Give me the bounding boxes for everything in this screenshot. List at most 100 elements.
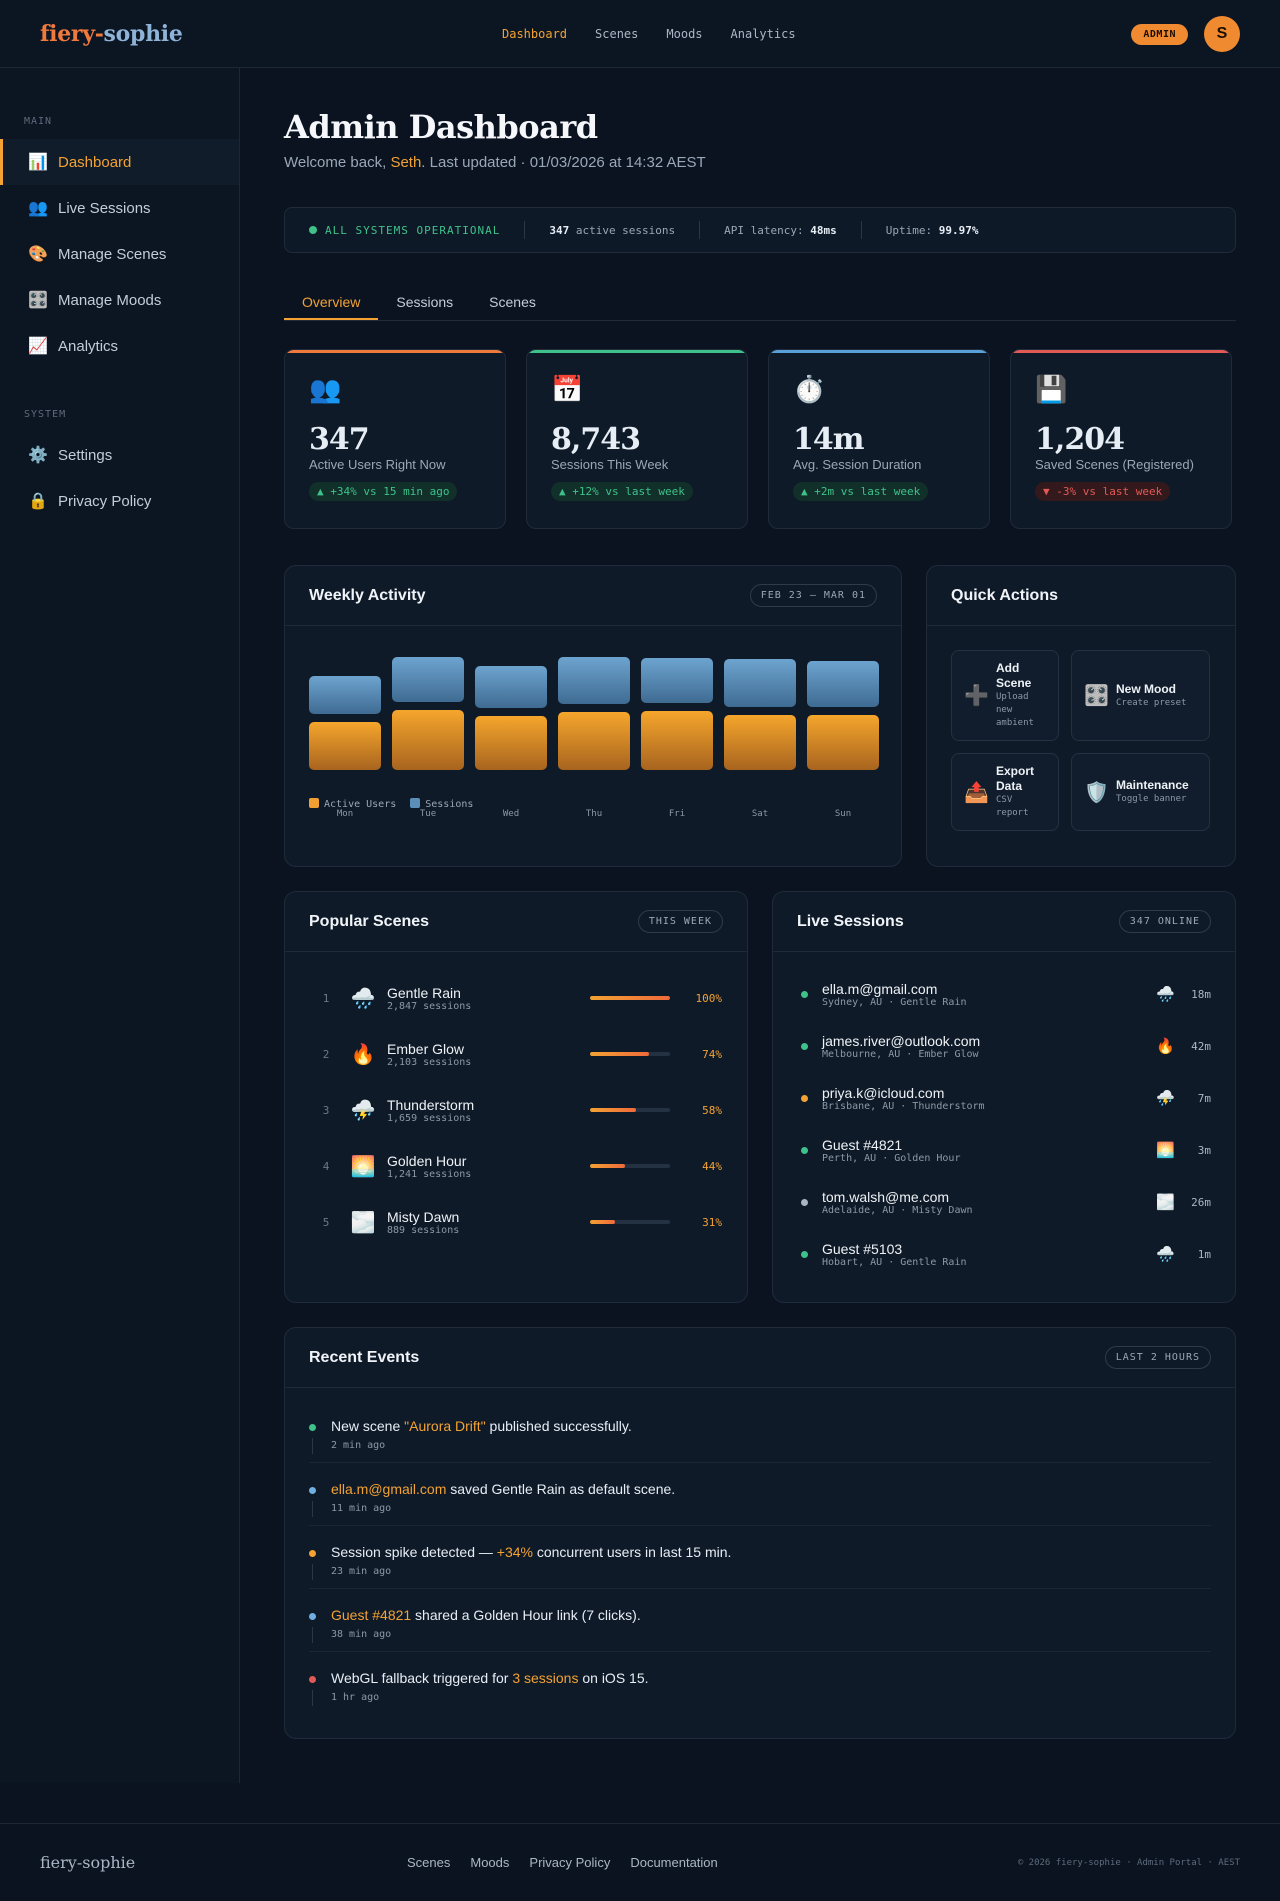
bar-active-users-thu (558, 712, 630, 770)
scene-session-count: 889 sessions (387, 1224, 460, 1236)
topnav-scenes[interactable]: Scenes (595, 27, 638, 41)
quick-action-add-scene[interactable]: ➕ Add Scene Upload new ambient (951, 650, 1059, 741)
top-nav-links: Dashboard Scenes Moods Analytics (502, 0, 824, 68)
lock-icon: 🔒 (28, 493, 48, 510)
event-text-highlight[interactable]: Guest #4821 (331, 1607, 411, 1623)
live-sessions-card: Live Sessions 347 ONLINE ella.m@gmail.co… (772, 891, 1236, 1303)
sidebar-item-analytics[interactable]: 📈 Analytics (0, 323, 239, 369)
quick-action-maintenance[interactable]: 🛡️ Maintenance Toggle banner (1071, 753, 1210, 831)
event-text-highlight[interactable]: "Aurora Drift" (404, 1418, 486, 1434)
users-icon: 👥 (28, 200, 48, 217)
popular-scene-row[interactable]: 1 🌧️ Gentle Rain 2,847 sessions 100% (309, 970, 723, 1026)
event-dot (309, 1613, 316, 1620)
popular-scene-row[interactable]: 2 🔥 Ember Glow 2,103 sessions 74% (309, 1026, 723, 1082)
bar-sessions-thu (558, 657, 630, 704)
session-status-dot (801, 1250, 808, 1258)
quick-actions-title: Quick Actions (951, 586, 1058, 604)
sidebar-item-privacy-policy[interactable]: 🔒 Privacy Policy (0, 478, 239, 524)
session-user: ella.m@gmail.com (822, 980, 938, 997)
sidebar-section-system: SYSTEM (24, 409, 67, 420)
live-session-row[interactable]: ella.m@gmail.com Sydney, AU · Gentle Rain… (797, 968, 1211, 1020)
x-tick-label-thu: Thu (586, 809, 602, 819)
scene-name: Golden Hour (387, 1152, 467, 1169)
bar-active-users-wed (475, 716, 547, 770)
quick-actions-card: Quick Actions ➕ Add Scene Upload new ambie… (926, 565, 1236, 867)
fire-icon: 🔥 (1156, 1038, 1175, 1055)
event-time: 11 min ago (331, 1503, 392, 1514)
stat-label: Active Users Right Now (309, 457, 446, 472)
event-text: Session spike detected — +34% concurrent… (331, 1544, 1211, 1560)
sidebar-item-live-sessions[interactable]: 👥 Live Sessions (0, 185, 239, 231)
sidebar-item-manage-scenes[interactable]: 🎨 Manage Scenes (0, 231, 239, 277)
scene-popularity-bar (590, 1108, 670, 1112)
scene-rank: 3 (322, 1103, 330, 1117)
quick-action-export-data[interactable]: 📤 Export Data CSV report (951, 753, 1059, 831)
sidebar-item-dashboard[interactable]: 📊 Dashboard (0, 139, 239, 185)
scene-rank: 4 (322, 1159, 330, 1173)
x-tick-label-sat: Sat (752, 809, 768, 819)
sunrise-icon: 🌅 (1156, 1142, 1175, 1159)
event-text-pre: Session spike detected — (331, 1544, 497, 1560)
scene-rank: 2 (322, 1047, 330, 1061)
uptime-status: Uptime: 99.97% (886, 224, 979, 237)
legend-sessions-label: Sessions (425, 799, 474, 810)
sidebar-item-label: Analytics (58, 337, 119, 355)
welcome-subtitle: Welcome back, Seth. Last updated · 01/03… (284, 154, 1236, 171)
live-session-row[interactable]: Guest #4821 Perth, AU · Golden Hour 🌅 3m (797, 1124, 1211, 1176)
stat-card-avg-session-duration: ⏱️ 14m Avg. Session Duration ▲ +2m vs last … (768, 349, 990, 529)
scene-session-count: 2,103 sessions (387, 1056, 472, 1068)
scene-rank: 5 (322, 1215, 330, 1229)
sidebar-item-settings[interactable]: ⚙️ Settings (0, 432, 239, 478)
sidebar-item-label: Privacy Policy (58, 492, 152, 510)
session-user: priya.k@icloud.com (822, 1084, 945, 1101)
live-session-row[interactable]: james.river@outlook.com Melbourne, AU · E… (797, 1020, 1211, 1072)
gear-icon: ⚙️ (28, 447, 48, 464)
popular-scene-row[interactable]: 5 🌫️ Misty Dawn 889 sessions 31% (309, 1194, 723, 1250)
active-sessions-status: 347 active sessions (549, 224, 675, 237)
sidebar-section-main: MAIN (24, 116, 53, 127)
stat-value: 1,204 (1035, 422, 1125, 457)
sidebar-item-label: Dashboard (58, 153, 132, 171)
stat-label: Sessions This Week (551, 457, 669, 472)
control-knobs-icon: 🎛️ (1084, 685, 1109, 707)
topnav-analytics[interactable]: Analytics (731, 27, 796, 41)
fog-icon: 🌫️ (350, 1211, 376, 1234)
scene-popularity-fill (590, 1108, 637, 1112)
popular-scene-row[interactable]: 4 🌅 Golden Hour 1,241 sessions 44% (309, 1138, 723, 1194)
shield-icon: 🛡️ (1084, 781, 1109, 804)
status-ok-text: ALL SYSTEMS OPERATIONAL (325, 223, 501, 237)
footer-link-privacy-policy[interactable]: Privacy Policy (529, 1855, 610, 1870)
scene-name: Gentle Rain (387, 984, 461, 1001)
live-session-row[interactable]: Guest #5103 Hobart, AU · Gentle Rain 🌧️ 1m (797, 1228, 1211, 1280)
topnav-dashboard[interactable]: Dashboard (502, 27, 567, 41)
footer-link-documentation[interactable]: Documentation (630, 1855, 717, 1870)
footer-logo[interactable]: fiery-sophie (40, 1853, 135, 1872)
event-text-highlight[interactable]: +34% (497, 1544, 533, 1560)
live-session-row[interactable]: priya.k@icloud.com Brisbane, AU · Thunder… (797, 1072, 1211, 1124)
quick-action-title: New Mood (1116, 681, 1176, 696)
event-time: 2 min ago (331, 1440, 386, 1451)
user-avatar[interactable]: S (1204, 16, 1240, 52)
popular-scene-row[interactable]: 3 ⛈️ Thunderstorm 1,659 sessions 58% (309, 1082, 723, 1138)
weekly-range-pill: FEB 23 – MAR 01 (749, 584, 877, 607)
event-text-highlight[interactable]: ella.m@gmail.com (331, 1481, 446, 1497)
tab-overview[interactable]: Overview (284, 283, 379, 320)
rain-cloud-icon: 🌧️ (1156, 986, 1175, 1003)
event-text-highlight[interactable]: 3 sessions (512, 1670, 578, 1686)
floppy-disk-icon: 💾 (1035, 374, 1068, 404)
footer-link-moods[interactable]: Moods (470, 1855, 509, 1870)
live-sessions-title: Live Sessions (797, 912, 904, 930)
session-duration: 42m (1191, 1039, 1211, 1053)
live-session-row[interactable]: tom.walsh@me.com Adelaide, AU · Misty Daw… (797, 1176, 1211, 1228)
stat-delta-badge: ▼ -3% vs last week (1035, 482, 1171, 501)
tab-sessions[interactable]: Sessions (378, 283, 471, 320)
scene-name: Misty Dawn (387, 1208, 460, 1225)
chart-legend: Active Users Sessions (309, 798, 473, 810)
topnav-moods[interactable]: Moods (666, 27, 702, 41)
sidebar-item-manage-moods[interactable]: 🎛️ Manage Moods (0, 277, 239, 323)
tab-scenes[interactable]: Scenes (471, 283, 554, 320)
brand-logo[interactable]: fiery-sophie (40, 21, 183, 47)
footer-link-scenes[interactable]: Scenes (407, 1855, 450, 1870)
quick-action-new-mood[interactable]: 🎛️ New Mood Create preset (1071, 650, 1210, 741)
quick-action-subtitle: Toggle banner (1116, 794, 1187, 804)
